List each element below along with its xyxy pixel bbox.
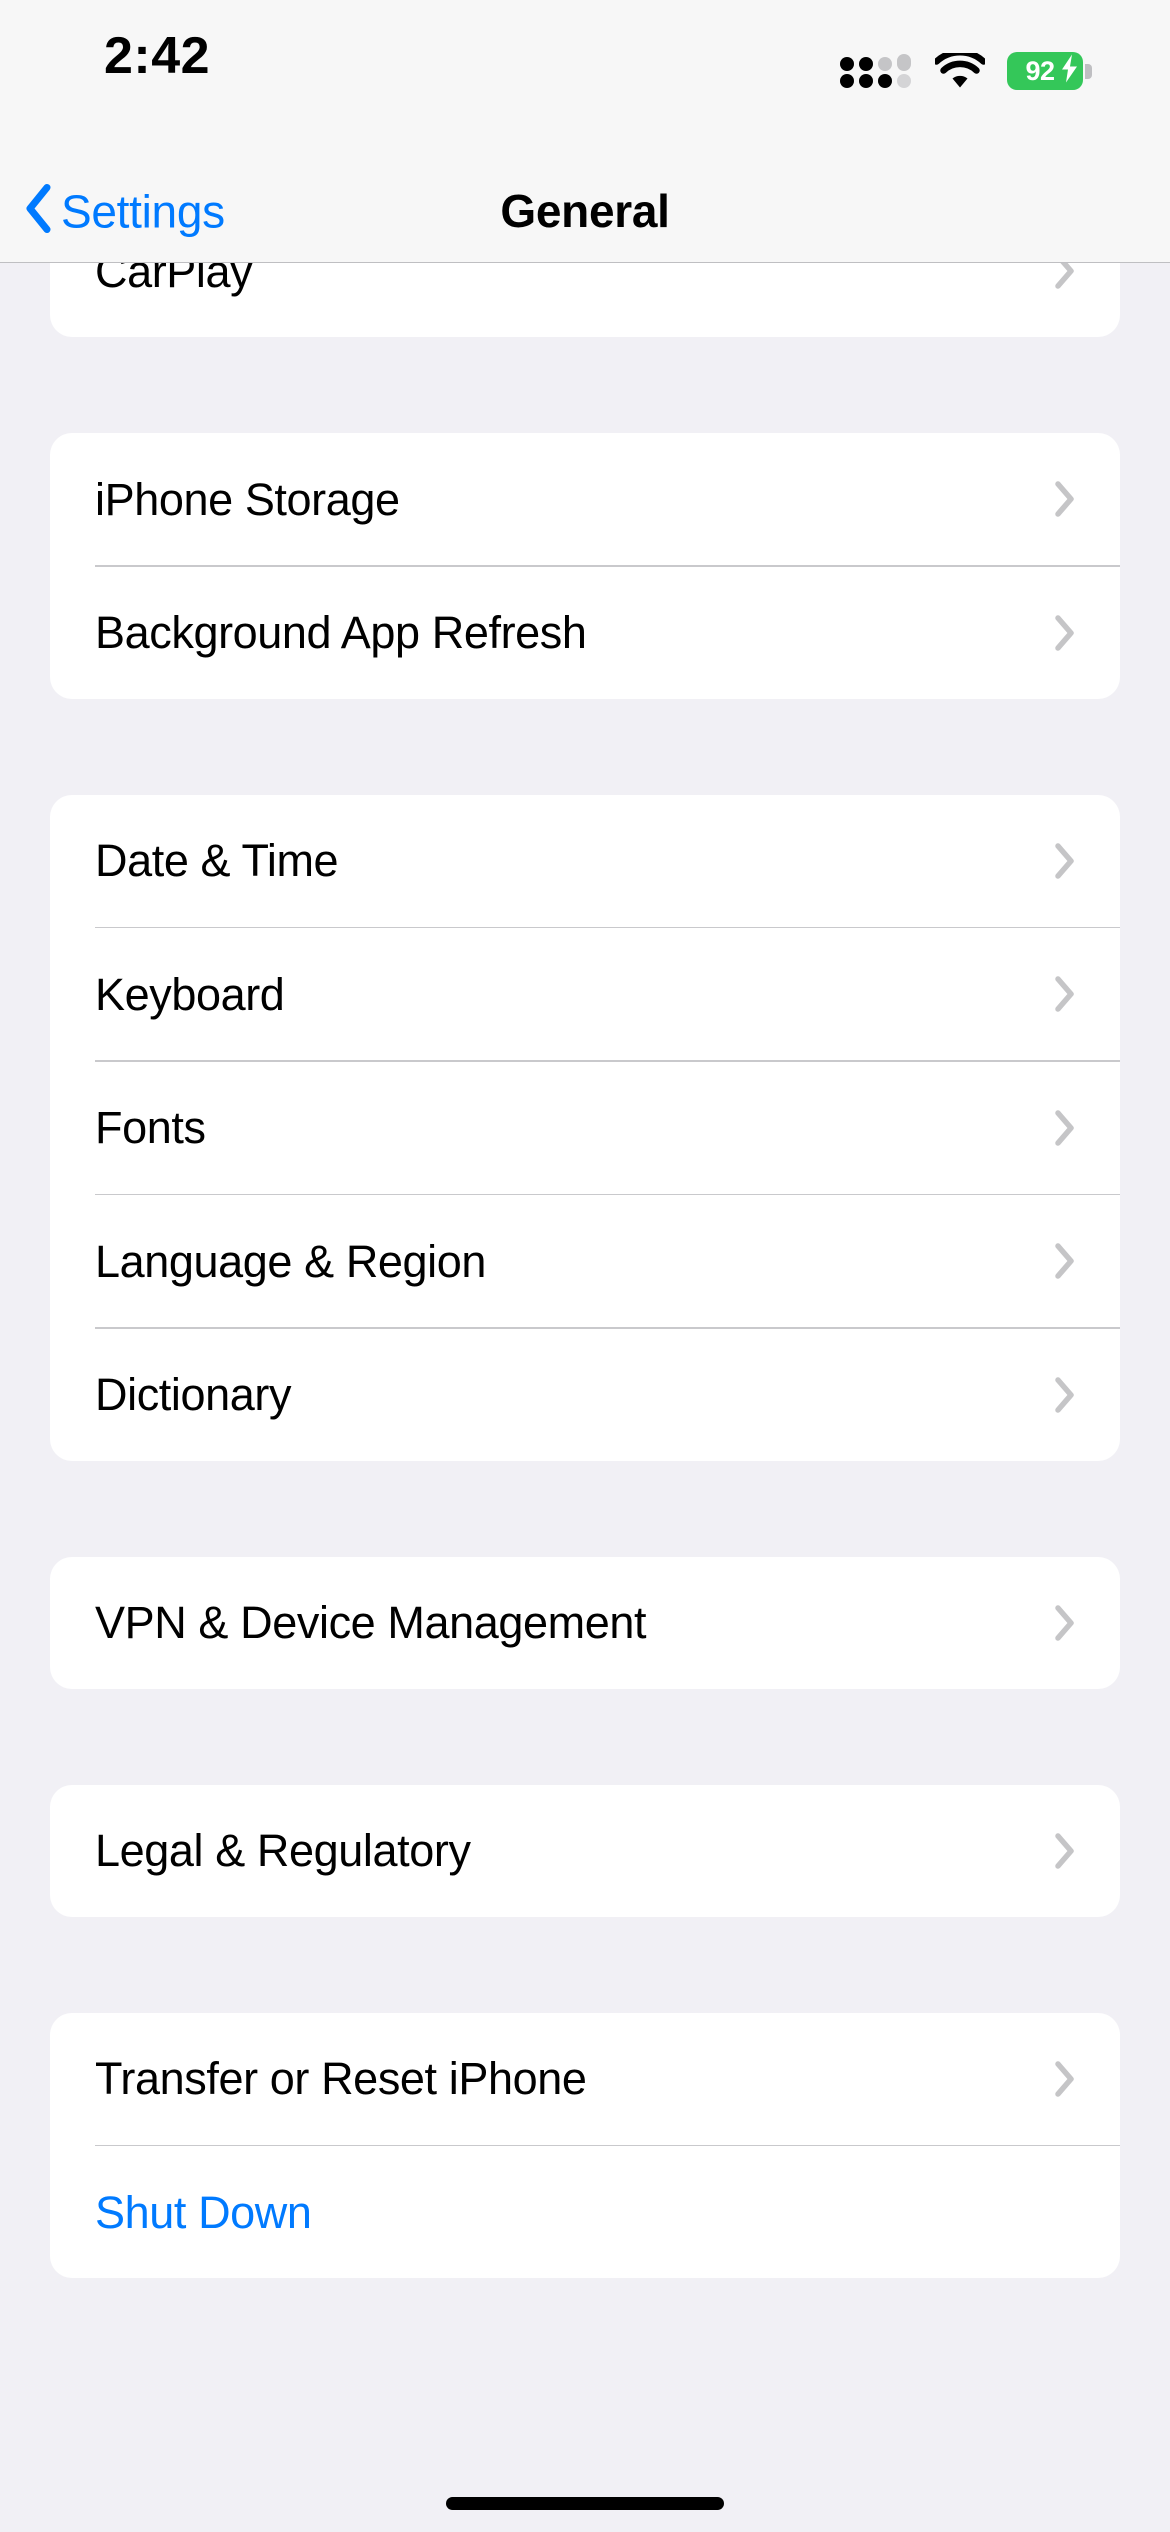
group-legal: Legal & Regulatory bbox=[50, 1784, 1120, 1917]
settings-row-shut-down[interactable]: Shut Down bbox=[50, 2146, 1120, 2278]
row-label: iPhone Storage bbox=[95, 473, 400, 525]
row-label: Transfer or Reset iPhone bbox=[95, 2053, 587, 2104]
page-title: General bbox=[500, 185, 670, 237]
group-localization: Date & Time Keyboard Fonts Language & Regio… bbox=[50, 794, 1120, 1461]
settings-row-legal-and-regulatory[interactable]: Legal & Regulatory bbox=[50, 1785, 1120, 1917]
cellular-signal-icon bbox=[840, 54, 913, 88]
status-bar-clock: 2:42 bbox=[104, 27, 211, 85]
row-label: Background App Refresh bbox=[95, 607, 587, 658]
chevron-right-icon bbox=[1054, 480, 1076, 518]
row-label: CarPlay bbox=[95, 263, 253, 297]
group-reset: Transfer or Reset iPhone Shut Down bbox=[50, 2012, 1120, 2278]
battery-tip bbox=[1085, 63, 1092, 79]
navigation-bar: Settings General bbox=[0, 160, 1170, 263]
row-label: VPN & Device Management bbox=[95, 1597, 647, 1648]
home-indicator[interactable] bbox=[446, 2497, 724, 2510]
chevron-right-icon bbox=[1054, 1242, 1076, 1280]
settings-row-dictionary[interactable]: Dictionary bbox=[50, 1329, 1120, 1461]
group-storage: iPhone Storage Background App Refresh bbox=[50, 433, 1120, 699]
settings-row-vpn-device-management[interactable]: VPN & Device Management bbox=[50, 1557, 1120, 1689]
status-bar-indicators: 92 bbox=[840, 49, 1092, 90]
chevron-right-icon bbox=[1054, 263, 1076, 290]
chevron-right-icon bbox=[1054, 1604, 1076, 1642]
group-carplay: CarPlay bbox=[50, 263, 1120, 337]
charging-bolt-icon bbox=[1061, 54, 1079, 88]
chevron-right-icon bbox=[1054, 1832, 1076, 1870]
row-label: Shut Down bbox=[95, 2186, 312, 2238]
row-label: Language & Region bbox=[95, 1235, 487, 1287]
settings-row-date-and-time[interactable]: Date & Time bbox=[50, 795, 1120, 927]
chevron-right-icon bbox=[1054, 1109, 1076, 1147]
chevron-right-icon bbox=[1054, 2060, 1076, 2098]
battery-charging-icon: 92 bbox=[1007, 52, 1092, 90]
settings-list[interactable]: CarPlay iPhone Storage Background App Refr… bbox=[0, 263, 1170, 2532]
row-label: Dictionary bbox=[95, 1369, 292, 1420]
settings-row-keyboard[interactable]: Keyboard bbox=[50, 928, 1120, 1060]
back-button[interactable]: Settings bbox=[24, 184, 225, 239]
chevron-right-icon bbox=[1054, 842, 1076, 880]
row-label: Fonts bbox=[95, 1102, 206, 1153]
group-vpn: VPN & Device Management bbox=[50, 1556, 1120, 1689]
wifi-icon bbox=[933, 49, 987, 89]
settings-row-language-and-region[interactable]: Language & Region bbox=[50, 1195, 1120, 1327]
chevron-right-icon bbox=[1054, 1376, 1076, 1414]
row-label: Date & Time bbox=[95, 835, 339, 886]
settings-row-carplay[interactable]: CarPlay bbox=[50, 263, 1120, 337]
chevron-left-icon bbox=[24, 184, 52, 239]
iphone-settings-general-screen: 2:42 92 Settings General CarPlay iPhone … bbox=[0, 0, 1170, 2532]
settings-row-iphone-storage[interactable]: iPhone Storage bbox=[50, 433, 1120, 565]
row-label: Keyboard bbox=[95, 968, 285, 1020]
settings-row-transfer-or-reset-iphone[interactable]: Transfer or Reset iPhone bbox=[50, 2013, 1120, 2145]
row-label: Legal & Regulatory bbox=[95, 1825, 471, 1876]
back-button-label: Settings bbox=[61, 185, 225, 237]
settings-row-fonts[interactable]: Fonts bbox=[50, 1062, 1120, 1194]
settings-row-background-app-refresh[interactable]: Background App Refresh bbox=[50, 567, 1120, 699]
chevron-right-icon bbox=[1054, 975, 1076, 1013]
battery-percent-label: 92 bbox=[1025, 55, 1055, 86]
chevron-right-icon bbox=[1054, 614, 1076, 652]
status-bar: 2:42 92 bbox=[0, 0, 1170, 160]
